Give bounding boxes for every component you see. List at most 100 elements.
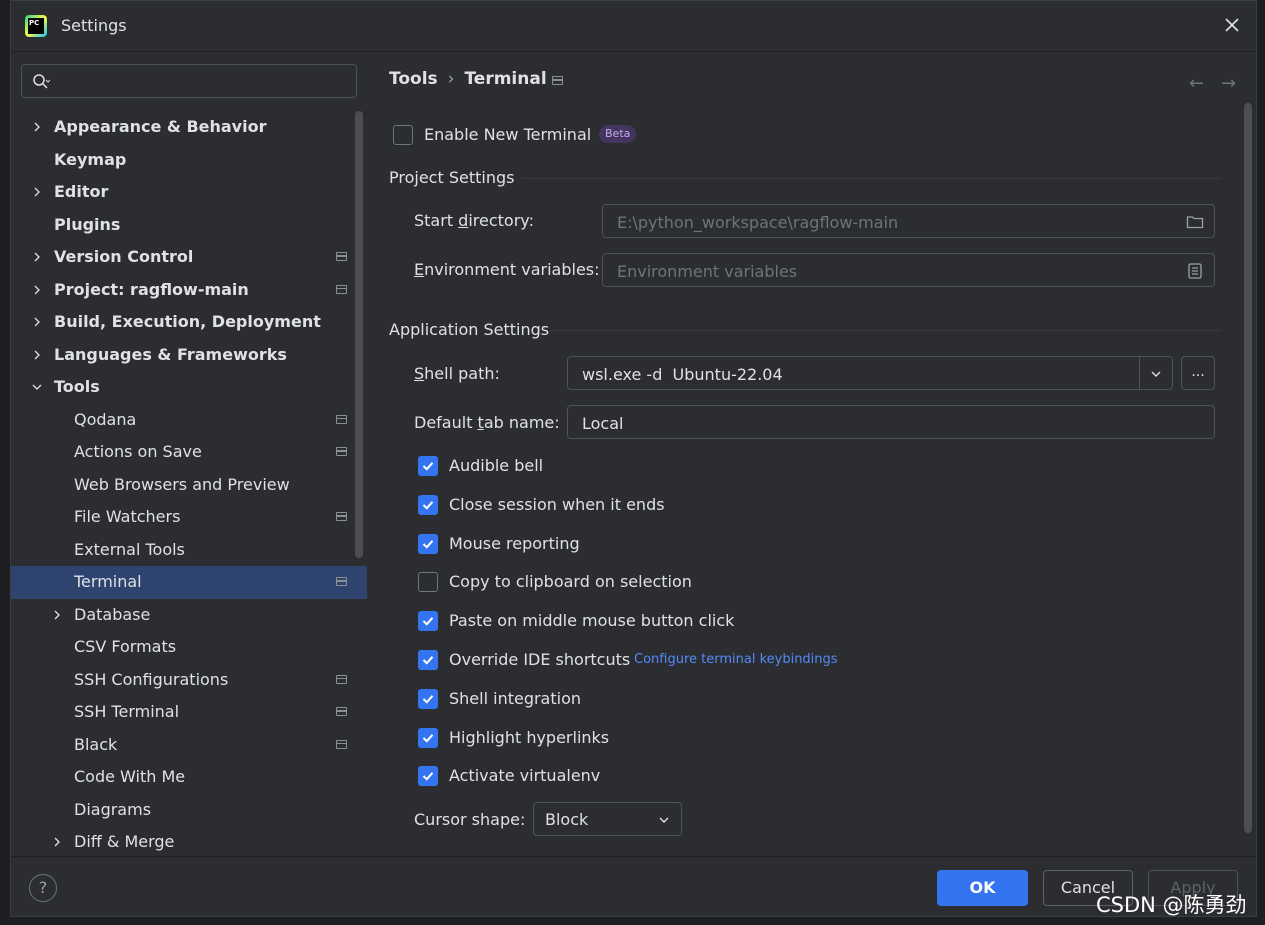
tree-item-label: Build, Execution, Deployment: [54, 312, 321, 331]
tree-item-ssh-terminal[interactable]: SSH Terminal: [11, 696, 367, 729]
tree-item-project-ragflow-main[interactable]: Project: ragflow-main: [11, 274, 367, 307]
project-level-icon: [336, 739, 347, 749]
chevron-down-icon[interactable]: [32, 382, 42, 392]
tree-item-csv-formats[interactable]: CSV Formats: [11, 631, 367, 664]
start-directory-input[interactable]: [615, 210, 1170, 234]
breadcrumb-current: Terminal: [464, 69, 547, 89]
copy-to-clipboard-on-selection-checkbox[interactable]: [418, 572, 438, 592]
tree-item-file-watchers[interactable]: File Watchers: [11, 501, 367, 534]
start-directory-field[interactable]: [602, 204, 1215, 238]
paste-on-middle-mouse-button-click-label[interactable]: Paste on middle mouse button click: [449, 611, 734, 630]
highlight-hyperlinks-checkbox[interactable]: [418, 728, 438, 748]
chevron-right-icon[interactable]: [32, 350, 42, 360]
tree-item-keymap[interactable]: Keymap: [11, 144, 367, 177]
tree-item-appearance-behavior[interactable]: Appearance & Behavior: [11, 111, 367, 144]
paste-on-middle-mouse-button-click-checkbox[interactable]: [418, 611, 438, 631]
breadcrumb-separator: ›: [447, 69, 455, 89]
default-tab-name-input[interactable]: [580, 411, 1170, 435]
tree-item-diff-merge[interactable]: Diff & Merge: [11, 826, 367, 856]
breadcrumb-parent[interactable]: Tools: [389, 69, 438, 89]
mouse-reporting-label[interactable]: Mouse reporting: [449, 534, 580, 553]
folder-icon[interactable]: [1186, 213, 1204, 231]
enable-new-terminal-checkbox[interactable]: [393, 125, 413, 145]
tree-item-label: SSH Configurations: [74, 669, 229, 689]
copy-to-clipboard-on-selection-label[interactable]: Copy to clipboard on selection: [449, 572, 692, 591]
configure-keybindings-link[interactable]: Configure terminal keybindings: [634, 652, 838, 667]
tree-scrollbar[interactable]: [355, 111, 363, 558]
cursor-shape-dropdown[interactable]: Block: [533, 802, 682, 836]
tree-item-code-with-me[interactable]: Code With Me: [11, 761, 367, 794]
close-icon[interactable]: [1220, 13, 1244, 37]
tree-item-database[interactable]: Database: [11, 599, 367, 632]
application-settings-title: Application Settings: [389, 320, 550, 339]
mouse-reporting-checkbox[interactable]: [418, 534, 438, 554]
tree-item-label: Project: ragflow-main: [54, 279, 249, 299]
settings-search[interactable]: [21, 64, 357, 98]
settings-dialog: PC Settings Appearance & Behavior Keymap E…: [10, 0, 1257, 917]
default-tab-name-field[interactable]: [567, 405, 1215, 439]
document-icon[interactable]: [1186, 262, 1204, 280]
highlight-hyperlinks-label[interactable]: Highlight hyperlinks: [449, 728, 609, 747]
environment-variables-field[interactable]: [602, 253, 1215, 287]
tree-item-tools[interactable]: Tools: [11, 371, 367, 404]
mnemonic: E: [414, 260, 425, 279]
tree-item-languages-frameworks[interactable]: Languages & Frameworks: [11, 339, 367, 372]
shell-path-input[interactable]: [580, 362, 1128, 386]
checkmark-icon: [422, 695, 434, 704]
chevron-right-icon[interactable]: [32, 252, 42, 262]
activate-virtualenv-checkbox[interactable]: [418, 766, 438, 786]
search-input[interactable]: [62, 69, 346, 95]
tree-item-build-execution-deployment[interactable]: Build, Execution, Deployment: [11, 306, 367, 339]
ok-button[interactable]: OK: [937, 870, 1028, 906]
chevron-down-icon: [659, 817, 669, 823]
shell-path-browse-button[interactable]: ...: [1181, 356, 1215, 390]
chevron-right-icon[interactable]: [32, 317, 42, 327]
tree-item-black[interactable]: Black: [11, 729, 367, 762]
tree-item-qodana[interactable]: Qodana: [11, 404, 367, 437]
tree-item-terminal[interactable]: Terminal: [11, 566, 367, 599]
tree-item-label: SSH Terminal: [74, 702, 180, 721]
label-part: irectory:: [468, 211, 534, 230]
chevron-right-icon[interactable]: [52, 837, 62, 847]
forward-arrow-icon[interactable]: →: [1221, 73, 1241, 94]
project-level-icon: [336, 577, 347, 586]
enable-new-terminal-label[interactable]: Enable New Terminal: [424, 125, 591, 144]
window-title: Settings: [61, 16, 127, 35]
tree-item-editor[interactable]: Editor: [11, 176, 367, 209]
tree-item-label: Languages & Frameworks: [54, 344, 287, 364]
close-session-when-it-ends-checkbox[interactable]: [418, 495, 438, 515]
chevron-right-icon[interactable]: [32, 122, 42, 132]
chevron-right-icon[interactable]: [32, 285, 42, 295]
override-ide-shortcuts-label[interactable]: Override IDE shortcuts: [449, 650, 630, 669]
back-arrow-icon[interactable]: ←: [1189, 73, 1209, 94]
close-session-when-it-ends-label[interactable]: Close session when it ends: [449, 495, 665, 514]
shell-integration-checkbox[interactable]: [418, 689, 438, 709]
tree-item-plugins[interactable]: Plugins: [11, 209, 367, 242]
shell-path-combo[interactable]: [567, 356, 1173, 390]
chevron-right-icon[interactable]: [52, 610, 62, 620]
tree-item-label: Black: [74, 734, 118, 754]
project-level-icon: [336, 447, 347, 456]
tree-item-diagrams[interactable]: Diagrams: [11, 794, 367, 827]
tree-item-external-tools[interactable]: External Tools: [11, 534, 367, 567]
project-level-icon: [336, 707, 347, 716]
dialog-footer: ? OK Cancel Apply: [11, 856, 1256, 916]
activate-virtualenv-label[interactable]: Activate virtualenv: [449, 766, 600, 785]
title-bar: PC Settings: [11, 1, 1256, 52]
shell-integration-label[interactable]: Shell integration: [449, 689, 581, 708]
override-ide-shortcuts-checkbox[interactable]: [418, 650, 438, 670]
chevron-right-icon[interactable]: [32, 187, 42, 197]
help-icon[interactable]: ?: [29, 874, 57, 902]
audible-bell-checkbox[interactable]: [418, 456, 438, 476]
environment-variables-input[interactable]: [615, 259, 1170, 283]
shell-path-dropdown-button[interactable]: [1139, 357, 1172, 389]
tree-item-actions-on-save[interactable]: Actions on Save: [11, 436, 367, 469]
checkmark-icon: [422, 734, 434, 743]
content-scrollbar[interactable]: [1244, 103, 1252, 833]
audible-bell-label[interactable]: Audible bell: [449, 456, 543, 475]
tree-item-ssh-configurations[interactable]: SSH Configurations: [11, 664, 367, 697]
tree-item-label: Plugins: [54, 214, 121, 234]
tree-item-web-browsers-and-preview[interactable]: Web Browsers and Preview: [11, 469, 367, 502]
tree-item-version-control[interactable]: Version Control: [11, 241, 367, 274]
tree-item-label: File Watchers: [74, 507, 181, 526]
